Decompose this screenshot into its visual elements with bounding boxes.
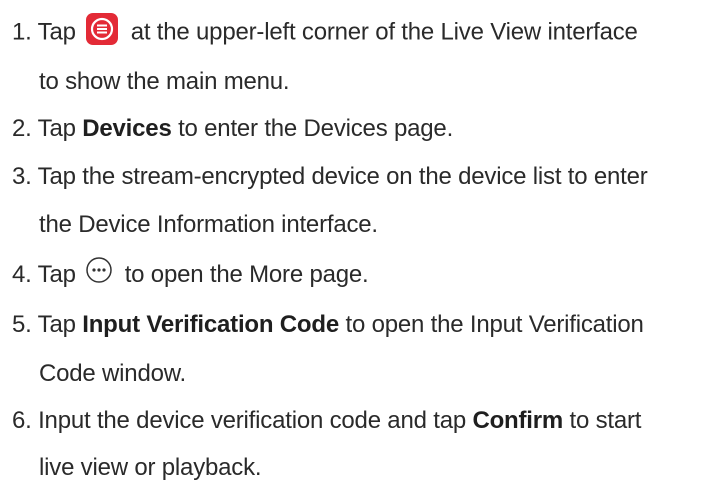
step-text: Tap the stream-encrypted device on the d… (37, 163, 648, 190)
ui-term-confirm: Confirm (472, 407, 564, 434)
step-text: to enter the Devices page. (178, 115, 454, 142)
step-text: Tap (37, 311, 76, 338)
step-number: 3. (12, 163, 32, 190)
step-text: to start (569, 407, 642, 434)
step-5-continuation: Code window. (39, 359, 186, 389)
step-number: 1. (12, 18, 32, 46)
step-2: 2. Tap Devices to enter the Devices page… (12, 114, 453, 144)
step-1-continuation: to show the main menu. (39, 67, 290, 97)
step-text: Input the device verification code and t… (38, 407, 466, 434)
ui-term-input-verification-code: Input Verification Code (82, 311, 340, 338)
step-1: 1. Tap at the upper-left corner of the L… (12, 13, 638, 47)
step-text: Code window. (39, 360, 187, 387)
step-text: Tap (37, 115, 76, 142)
step-6-continuation: live view or playback. (39, 453, 262, 483)
step-text: Tap (37, 18, 76, 46)
step-number: 6. (12, 407, 32, 434)
step-text: at the upper-left corner of the Live Vie… (130, 18, 638, 46)
menu-icon (86, 13, 119, 45)
step-number: 4. (12, 261, 32, 288)
ui-term-devices: Devices (82, 115, 172, 142)
step-text: to show the main menu. (39, 68, 290, 95)
step-number: 5. (12, 311, 32, 338)
step-number: 2. (12, 115, 32, 142)
step-text: to open the Input Verification (345, 311, 644, 338)
step-3: 3. Tap the stream-encrypted device on th… (12, 162, 648, 192)
step-6: 6. Input the device verification code an… (12, 406, 641, 436)
more-icon (85, 256, 113, 284)
step-4: 4. Tap to open the More page. (12, 256, 369, 290)
step-text: to open the More page. (124, 261, 369, 288)
step-5: 5. Tap Input Verification Code to open t… (12, 310, 644, 340)
step-text: the Device Information interface. (39, 211, 378, 238)
step-3-continuation: the Device Information interface. (39, 210, 378, 240)
step-text: live view or playback. (39, 454, 262, 481)
step-text: Tap (37, 261, 76, 288)
